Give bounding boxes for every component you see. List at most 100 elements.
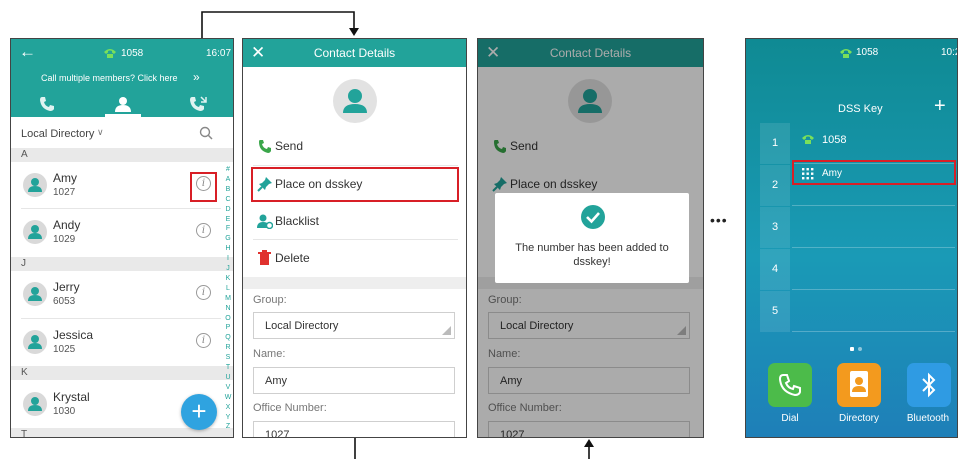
alphabet-letter[interactable]: J	[222, 264, 233, 274]
name-label: Name:	[253, 348, 286, 360]
clock: 16:07	[206, 48, 232, 59]
alphabet-letter[interactable]: R	[222, 343, 233, 353]
add-contact-button[interactable]: +	[181, 394, 217, 430]
contact-name: Amy	[53, 171, 77, 185]
phone-icon[interactable]	[39, 96, 55, 112]
contact-number: 1029	[53, 234, 76, 245]
page-indicator	[858, 347, 862, 351]
contact-row-andy[interactable]: Andy 1029 i	[11, 209, 225, 255]
contact-details-screen: ✕ Contact Details Send Place on dsskey B…	[242, 38, 467, 438]
alphabet-letter[interactable]: Z	[222, 422, 233, 432]
contact-name: Andy	[53, 218, 81, 232]
section-gap	[243, 277, 466, 289]
send-menu-item[interactable]: Send	[255, 128, 455, 164]
alphabet-letter[interactable]: E	[222, 215, 233, 225]
alphabet-letter[interactable]: W	[222, 393, 233, 403]
dss-key-5[interactable]: 5	[760, 291, 955, 333]
alphabet-letter[interactable]: N	[222, 304, 233, 314]
alphabet-letter[interactable]: A	[222, 175, 233, 185]
alphabet-letter[interactable]: Q	[222, 333, 233, 343]
directory-selector[interactable]: Local Directory	[21, 128, 94, 140]
alphabet-letter[interactable]: G	[222, 234, 233, 244]
app-label: Dial	[781, 413, 799, 424]
alphabet-letter[interactable]: M	[222, 294, 233, 304]
page-indicator-active	[850, 347, 854, 351]
call-multiple-banner[interactable]: Call multiple members? Click here »	[11, 67, 233, 91]
dss-key-1[interactable]: 1 1058	[760, 123, 955, 165]
alphabet-letter[interactable]: O	[222, 314, 233, 324]
highlight-box	[190, 172, 217, 202]
alphabet-letter[interactable]: K	[222, 274, 233, 284]
section-header: J	[11, 257, 233, 271]
avatar	[23, 330, 47, 354]
info-icon[interactable]: i	[196, 285, 211, 300]
blacklist-menu-item[interactable]: Blacklist	[255, 203, 455, 239]
directory-app[interactable]	[837, 363, 881, 407]
key-label: 1058	[822, 134, 847, 146]
dss-key-3[interactable]: 3	[760, 207, 955, 249]
alphabet-letter[interactable]: P	[222, 323, 233, 333]
alphabet-letter[interactable]: V	[222, 383, 233, 393]
line-label: 1058	[121, 48, 144, 59]
avatar	[23, 282, 47, 306]
info-icon[interactable]: i	[196, 223, 211, 238]
name-field[interactable]: Amy	[253, 367, 455, 394]
phone-icon	[802, 135, 814, 144]
alphabet-letter[interactable]: F	[222, 224, 233, 234]
dial-app[interactable]	[768, 363, 812, 407]
bluetooth-app[interactable]	[907, 363, 951, 407]
add-button[interactable]: +	[934, 95, 946, 118]
page-title: DSS Key	[838, 103, 883, 115]
chevron-down-icon: ∨	[97, 127, 104, 137]
menu-label: Send	[275, 139, 304, 153]
contacts-icon[interactable]	[114, 95, 132, 113]
key-slot	[792, 291, 955, 332]
app-label: Bluetooth	[906, 413, 950, 424]
alphabet-letter[interactable]: D	[222, 205, 233, 215]
office-number-field[interactable]: 1027	[253, 421, 455, 437]
office-number-label: Office Number:	[253, 402, 327, 414]
menu-label: Blacklist	[275, 214, 320, 228]
alphabet-letter[interactable]: T	[222, 363, 233, 373]
key-number: 4	[760, 249, 790, 290]
delete-menu-item[interactable]: Delete	[255, 240, 455, 276]
trash-icon	[258, 250, 271, 265]
directory-icon	[850, 371, 868, 397]
key-number: 2	[760, 165, 790, 206]
info-icon[interactable]: i	[196, 333, 211, 348]
alphabet-letter[interactable]: S	[222, 353, 233, 363]
key-number: 1	[760, 123, 790, 164]
key-slot	[792, 249, 955, 290]
call-history-icon[interactable]	[189, 96, 207, 112]
checkmark-icon	[581, 205, 605, 229]
arrow-left-icon[interactable]: ←	[19, 42, 36, 62]
alphabet-letter[interactable]: U	[222, 373, 233, 383]
phone-icon	[259, 140, 271, 153]
contact-name: Jessica	[53, 328, 94, 342]
phone-icon	[104, 49, 116, 58]
alphabet-letter[interactable]: I	[222, 254, 233, 264]
alphabet-letter[interactable]: #	[222, 165, 233, 175]
avatar	[23, 392, 47, 416]
directory-screen: ← 1058 16:07 Call multiple members? Clic…	[10, 38, 234, 438]
alphabet-letter[interactable]: Y	[222, 413, 233, 423]
alphabet-letter[interactable]: B	[222, 185, 233, 195]
alphabet-letter[interactable]: C	[222, 195, 233, 205]
contact-number: 1030	[53, 406, 76, 417]
contact-row-jessica[interactable]: Jessica 1025 i	[11, 319, 225, 365]
banner-text: Call multiple members? Click here	[41, 73, 178, 83]
group-value: Local Directory	[265, 320, 339, 332]
key-number: 3	[760, 207, 790, 248]
alphabet-letter[interactable]: H	[222, 244, 233, 254]
group-field[interactable]: Local Directory	[253, 312, 455, 339]
dss-key-4[interactable]: 4	[760, 249, 955, 291]
alphabet-letter[interactable]: L	[222, 284, 233, 294]
search-icon[interactable]	[199, 126, 213, 140]
key-number: 5	[760, 291, 790, 332]
app-label: Directory	[838, 413, 879, 424]
contact-row-jerry[interactable]: Jerry 6053 i	[11, 271, 225, 317]
contact-number: 1025	[53, 344, 76, 355]
alphabet-letter[interactable]: X	[222, 403, 233, 413]
phone-icon	[840, 49, 852, 58]
confirmation-dialog: The number has been added to dsskey!	[495, 193, 689, 283]
